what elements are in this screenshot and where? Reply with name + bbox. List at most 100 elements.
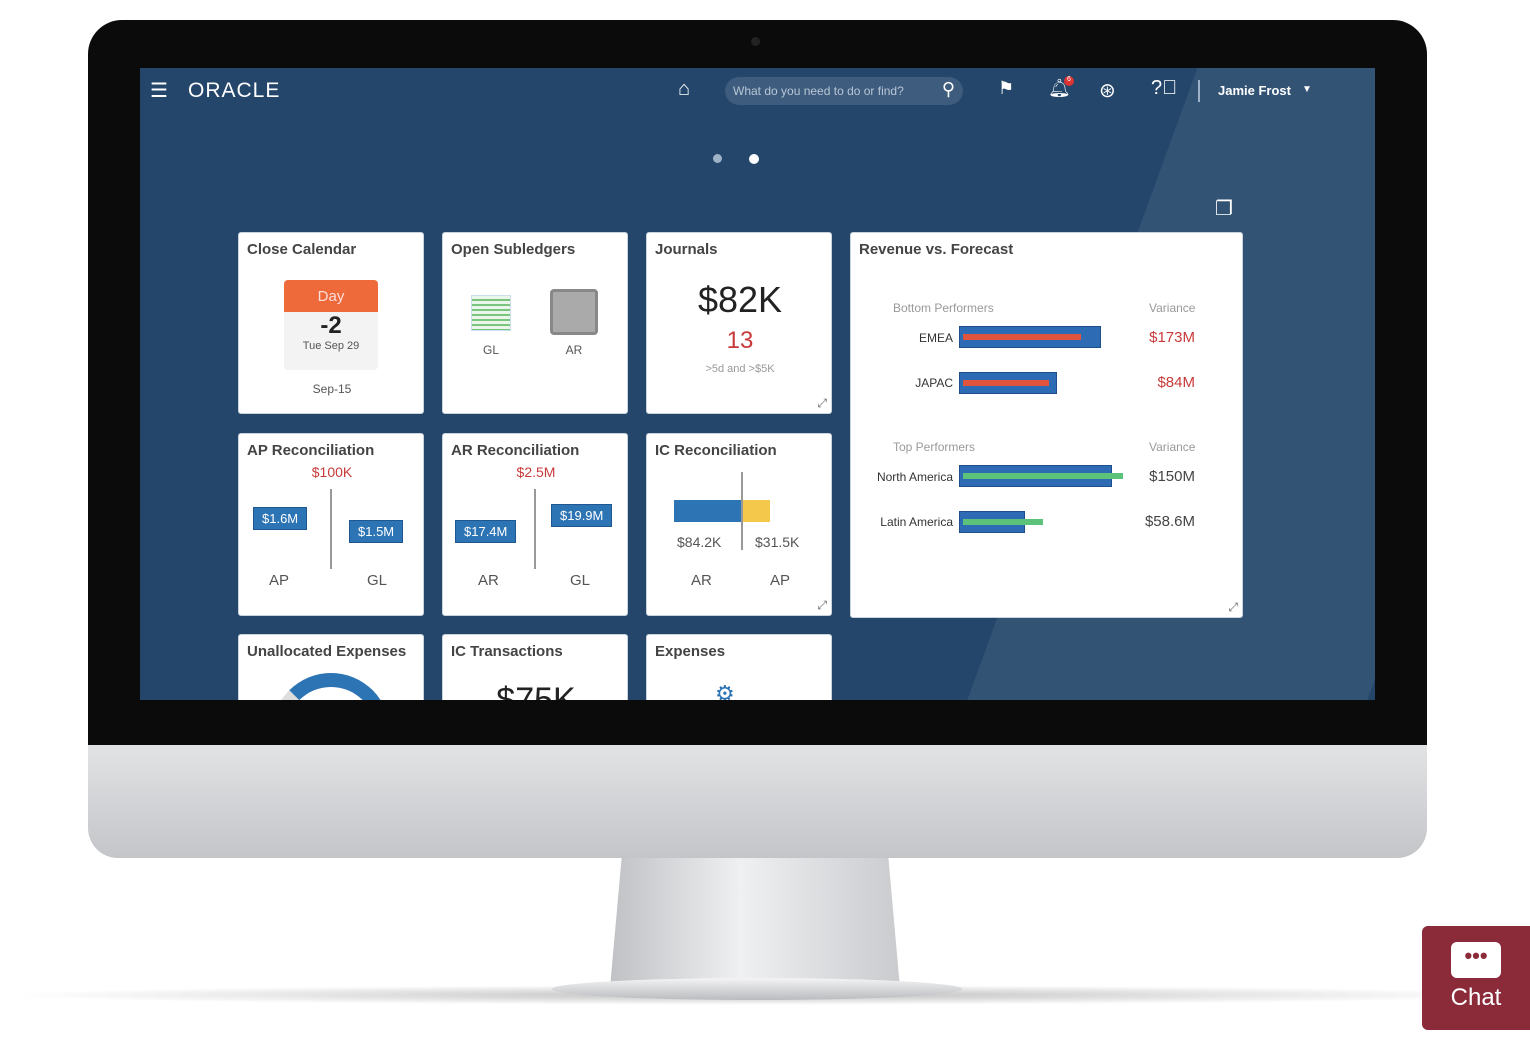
notification-badge: 6 [1064, 76, 1074, 86]
divider [741, 472, 743, 550]
tile-title: Expenses [655, 643, 726, 660]
gl-label: GL [570, 572, 591, 589]
japac-bar [959, 372, 1057, 394]
variance-label: Variance [1149, 301, 1196, 315]
flag-icon[interactable]: ⚑ [998, 78, 1014, 99]
ledger-icon [471, 295, 511, 331]
ap-bar [742, 500, 770, 522]
menu-icon[interactable]: ☰ [150, 78, 168, 103]
ar-reconciliation-tile[interactable]: AR Reconciliation $2.5M $17.4M $19.9M AR… [442, 433, 628, 616]
tile-title: IC Transactions [451, 643, 563, 660]
ap-label: AP [770, 572, 791, 589]
revenue-forecast-tile[interactable]: Revenue vs. Forecast Bottom Performers V… [850, 232, 1243, 618]
variance-value: $84M [1157, 374, 1195, 391]
journals-count: 13 [726, 327, 754, 354]
variance-value: $150M [1149, 468, 1195, 485]
search-field[interactable]: What do you need to do or find? ⚲ [725, 77, 963, 105]
north-america-bar [959, 465, 1123, 487]
chat-button[interactable]: ••• Chat [1422, 926, 1530, 1030]
ar-label: AR [478, 572, 499, 589]
top-heading: Top Performers [893, 440, 976, 454]
oracle-logo[interactable]: ORACLE [188, 79, 280, 103]
gl-value: $19.9M [551, 504, 613, 527]
page-dot-2[interactable] [749, 154, 759, 164]
latin-america-bar [959, 511, 1043, 533]
expand-icon[interactable]: ⤢ [1228, 600, 1238, 615]
ic-transactions-tile[interactable]: IC Transactions $75K [442, 634, 628, 700]
camera [751, 37, 760, 46]
day-count: -2 [320, 312, 342, 339]
ar-label: AR [565, 343, 583, 357]
monitor-chin [88, 745, 1427, 858]
ic-amount: $75K [496, 681, 576, 700]
unallocated-expenses-tile[interactable]: Unallocated Expenses [238, 634, 424, 700]
variance-label: Variance [1149, 440, 1196, 454]
latin-america-actual [963, 519, 1043, 525]
monitor-base [552, 978, 962, 1000]
tile-title: Journals [655, 241, 718, 258]
chevron-down-icon[interactable]: ▼ [1302, 84, 1312, 95]
divider [1198, 80, 1200, 102]
tile-title: IC Reconciliation [655, 442, 777, 459]
expand-icon[interactable]: ⤢ [817, 396, 827, 411]
emea-bar [959, 326, 1101, 348]
row-label: EMEA [918, 331, 953, 345]
open-subledgers-tile[interactable]: Open Subledgers GL AR [442, 232, 628, 414]
expand-icon[interactable]: ⤢ [817, 598, 827, 613]
user-menu[interactable]: Jamie Frost [1218, 83, 1291, 98]
search-placeholder: What do you need to do or find? [733, 84, 904, 98]
close-date: Tue Sep 29 [302, 340, 360, 352]
ar-label: AR [691, 572, 712, 589]
japac-actual [963, 380, 1049, 386]
journals-tile[interactable]: Journals $82K 13 >5d and >$5K ⤢ [646, 232, 832, 414]
help-icon[interactable]: ?⃝ [1151, 77, 1177, 100]
gear-icon: ⚙ [715, 681, 735, 700]
row-label: Latin America [880, 515, 953, 529]
divider [534, 489, 536, 569]
tile-title: Revenue vs. Forecast [859, 241, 1014, 258]
variance-value: $173M [1149, 329, 1195, 346]
ap-label: AP [269, 572, 290, 589]
gl-value: $1.5M [349, 520, 404, 543]
calendar-icon: Day -2 Tue Sep 29 [284, 280, 378, 370]
ap-reconciliation-tile[interactable]: AP Reconciliation $100K $1.6M $1.5M AP G… [238, 433, 424, 616]
ap-value: $1.6M [253, 507, 308, 530]
ar-bar [674, 500, 742, 522]
tile-title: AR Reconciliation [451, 442, 580, 459]
home-icon[interactable]: ⌂ [678, 78, 690, 101]
journals-amount: $82K [697, 279, 783, 320]
period: Sep-15 [312, 382, 352, 396]
donut-chart [272, 673, 390, 700]
close-calendar-tile[interactable]: Close Calendar Day -2 Tue Sep 29 Sep-15 [238, 232, 424, 414]
gl-label: GL [367, 572, 388, 589]
emea-actual [963, 334, 1081, 340]
ic-reconciliation-tile[interactable]: IC Reconciliation $84.2K $31.5K AR AP ⤢ [646, 433, 832, 616]
chat-label: Chat [1450, 984, 1502, 1011]
tile-title: Unallocated Expenses [247, 643, 407, 660]
expenses-tile[interactable]: Expenses ⚙ [646, 634, 832, 700]
tile-title: AP Reconciliation [247, 442, 375, 459]
screen: ☰ ORACLE ⌂ What do you need to do or fin… [140, 68, 1375, 700]
ap-value: $31.5K [755, 534, 800, 550]
difference: $2.5M [516, 464, 556, 480]
difference: $100K [311, 464, 353, 480]
search-icon[interactable]: ⚲ [942, 79, 955, 100]
north-america-actual [963, 473, 1123, 479]
variance-value: $58.6M [1144, 513, 1195, 530]
monitor-stand [610, 858, 900, 988]
gl-label: GL [482, 343, 499, 357]
row-label: JAPAC [915, 376, 953, 390]
row-label: North America [876, 470, 953, 484]
safe-icon [550, 289, 598, 335]
ar-value: $17.4M [455, 520, 517, 543]
chat-bubble-icon: ••• [1451, 942, 1501, 978]
bottom-heading: Bottom Performers [893, 301, 994, 315]
tile-title: Open Subledgers [451, 241, 576, 258]
ar-value: $84.2K [677, 534, 722, 550]
accessibility-icon[interactable]: ⊛ [1099, 78, 1116, 103]
calendar-badge: Day [284, 280, 378, 312]
journals-caption: >5d and >$5K [705, 363, 775, 375]
tile-title: Close Calendar [247, 241, 357, 258]
personalize-icon[interactable]: ❐ [1215, 196, 1233, 221]
page-dot-1[interactable] [713, 154, 722, 163]
